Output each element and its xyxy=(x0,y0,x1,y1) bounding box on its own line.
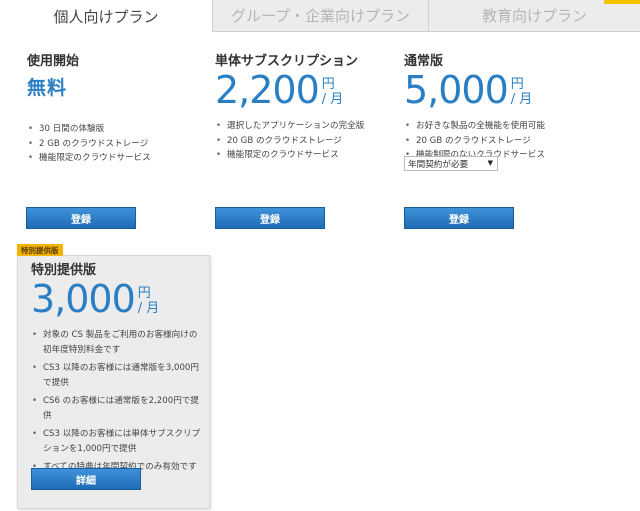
price-amount: 5,000 xyxy=(404,68,509,112)
plan-title: 特別提供版 xyxy=(31,263,97,278)
list-item: CS3 以降のお客様には通常版を3,000円で提供 xyxy=(31,361,201,390)
tab-accent-strip xyxy=(604,0,640,4)
plan-title: 単体サブスクリプション xyxy=(215,54,359,69)
list-item: 30 日間の体験版 xyxy=(27,122,197,137)
plan-feature-list: 対象の CS 製品をご利用のお客様向けの初年度特別料金です CS3 以降のお客様… xyxy=(31,328,201,475)
details-button[interactable]: 詳細 xyxy=(31,468,141,490)
plan-feature-list: 選択したアプリケーションの完全版 20 GB のクラウドストレージ 機能限定のク… xyxy=(215,119,395,163)
register-button-single[interactable]: 登録 xyxy=(215,207,325,229)
contract-select-value: 年間契約が必要 xyxy=(408,159,469,170)
plan-regular: 通常版 5,000 円 / 月 お好きな製品の全機能を使用可能 20 GB のク… xyxy=(404,50,584,163)
list-item: 選択したアプリケーションの完全版 xyxy=(215,119,395,134)
price-amount: 3,000 xyxy=(31,277,136,321)
price-period: / 月 xyxy=(137,301,160,316)
list-item: 20 GB のクラウドストレージ xyxy=(404,134,584,149)
plan-price: 2,200 円 / 月 xyxy=(215,71,395,109)
list-item: CS6 のお客様には通常版を2,200円で提供 xyxy=(31,394,201,423)
plan-trial: 使用開始 無料 30 日間の体験版 2 GB のクラウドストレージ 機能限定のク… xyxy=(27,50,197,166)
price-amount: 2,200 xyxy=(215,68,320,112)
list-item: 機能限定のクラウドサービス xyxy=(215,148,395,163)
plan-single-app: 単体サブスクリプション 2,200 円 / 月 選択したアプリケーションの完全版… xyxy=(215,50,395,163)
price-currency: 円 xyxy=(510,77,524,92)
special-offer-badge: 特別提供版 xyxy=(17,244,63,256)
list-item: 20 GB のクラウドストレージ xyxy=(215,134,395,149)
price-currency: 円 xyxy=(137,286,151,301)
register-button-trial[interactable]: 登録 xyxy=(26,207,136,229)
plan-title: 使用開始 xyxy=(27,54,80,69)
list-item: 機能限定のクラウドサービス xyxy=(27,151,197,166)
list-item: 対象の CS 製品をご利用のお客様向けの初年度特別料金です xyxy=(31,328,201,357)
tab-education-label: 教育向けプラン xyxy=(481,7,587,25)
list-item: お好きな製品の全機能を使用可能 xyxy=(404,119,584,134)
plan-price-free: 無料 xyxy=(27,77,68,99)
tab-group-business-label: グループ・企業向けプラン xyxy=(230,7,411,25)
list-item: CS3 以降のお客様には単体サブスクリプションを1,000円で提供 xyxy=(31,427,201,456)
plan-price: 5,000 円 / 月 xyxy=(404,71,584,109)
tab-education[interactable]: 教育向けプラン xyxy=(428,0,640,32)
tab-individual[interactable]: 個人向けプラン xyxy=(0,0,212,32)
plan-feature-list: 30 日間の体験版 2 GB のクラウドストレージ 機能限定のクラウドサービス xyxy=(27,122,197,166)
list-item: 2 GB のクラウドストレージ xyxy=(27,137,197,152)
tab-group-business[interactable]: グループ・企業向けプラン xyxy=(212,0,428,32)
tab-individual-label: 個人向けプラン xyxy=(53,7,159,26)
price-currency: 円 xyxy=(321,77,335,92)
plan-tabs: 個人向けプラン グループ・企業向けプラン 教育向けプラン xyxy=(0,0,640,32)
chevron-down-icon: ▼ xyxy=(487,159,493,167)
contract-select[interactable]: 年間契約が必要 ▼ xyxy=(404,156,498,171)
plan-price: 3,000 円 / 月 xyxy=(31,280,201,318)
plan-title: 通常版 xyxy=(404,54,444,69)
register-button-regular[interactable]: 登録 xyxy=(404,207,514,229)
price-period: / 月 xyxy=(321,92,344,107)
price-period: / 月 xyxy=(510,92,533,107)
